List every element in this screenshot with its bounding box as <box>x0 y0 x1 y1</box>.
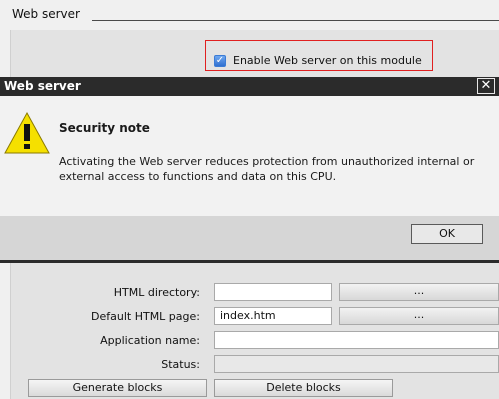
default-page-label: Default HTML page: <box>91 310 200 323</box>
status-label: Status: <box>161 358 200 371</box>
status-field <box>214 355 499 373</box>
ok-button[interactable]: OK <box>411 224 483 244</box>
default-page-input[interactable]: index.htm <box>214 307 332 325</box>
section-divider <box>92 20 499 21</box>
application-name-label: Application name: <box>100 334 200 347</box>
application-name-input[interactable] <box>214 331 499 349</box>
security-note-dialog: Web server ✕ Security note Activating th… <box>0 77 499 263</box>
html-directory-label: HTML directory: <box>113 286 200 299</box>
html-directory-browse-button[interactable]: ... <box>339 283 499 301</box>
html-directory-input[interactable] <box>214 283 332 301</box>
section-title: Web server <box>12 7 80 21</box>
dialog-title: Web server <box>4 79 81 93</box>
default-page-browse-button[interactable]: ... <box>339 307 499 325</box>
generate-blocks-button[interactable]: Generate blocks <box>28 379 207 397</box>
close-icon[interactable]: ✕ <box>477 78 495 94</box>
delete-blocks-button[interactable]: Delete blocks <box>214 379 393 397</box>
dialog-message: Activating the Web server reduces protec… <box>59 155 475 183</box>
enable-web-server-checkbox[interactable]: ✓ <box>214 55 226 67</box>
dialog-bottom-border <box>0 260 499 263</box>
warning-icon <box>4 111 50 154</box>
dialog-titlebar: Web server ✕ <box>0 77 499 96</box>
enable-web-server-label[interactable]: Enable Web server on this module <box>233 54 422 67</box>
dialog-heading: Security note <box>59 121 150 135</box>
